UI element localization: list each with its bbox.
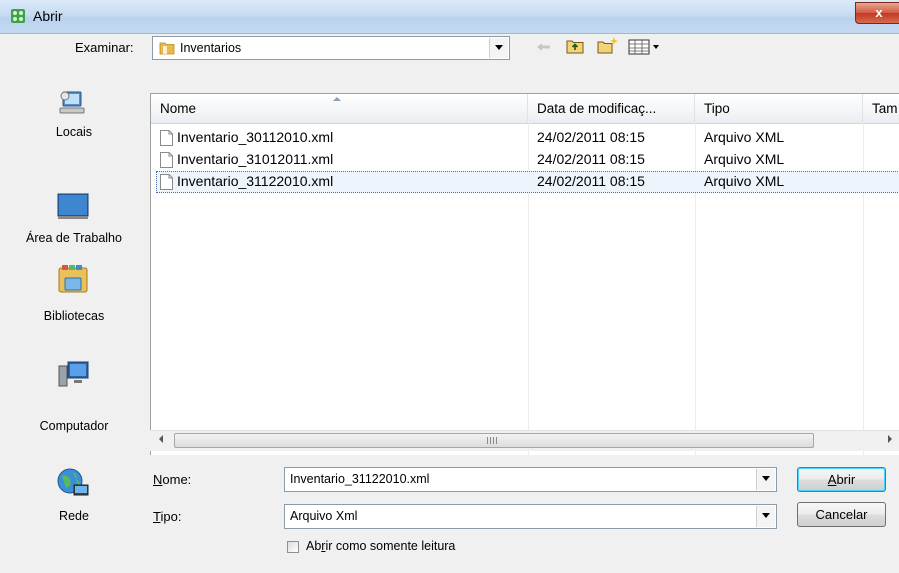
sort-ascending-icon [333,97,341,101]
chevron-down-icon[interactable] [756,506,775,527]
readonly-checkbox[interactable] [287,541,299,553]
dialog-body: Examinar: Inventarios Locais Área de Tra… [0,34,899,573]
filetype-label-text: ipo: [160,509,182,524]
libraries-icon [58,265,88,293]
xml-file-icon [160,152,173,168]
scroll-right-icon[interactable] [888,435,892,443]
place-label: Computador [39,419,109,433]
cancel-button[interactable]: Cancelar [797,502,886,527]
lookin-value: Inventarios [180,41,242,55]
place-label: Área de Trabalho [26,231,122,245]
computer-icon [58,361,89,387]
file-name: Inventario_31122010.xml [177,173,334,189]
close-icon: x [875,5,883,20]
file-type: Arquivo XML [704,151,785,167]
open-button[interactable]: Abrir [797,467,886,492]
column-header-label: Tipo [704,101,730,116]
lookin-dropdown[interactable]: Inventarios [152,36,510,60]
column-header-label: Tam [872,101,898,116]
column-header-label: Data de modificaç... [537,101,657,116]
place-label: Bibliotecas [43,309,105,323]
xml-file-icon [160,174,173,190]
file-row[interactable]: Inventario_30112010.xml 24/02/2011 08:15… [156,127,899,149]
xml-file-icon [160,130,173,146]
filename-label: Nome: [153,472,191,487]
file-list[interactable]: Nome Data de modificaç... Tipo Tam Inven… [150,93,899,455]
file-type: Arquivo XML [704,129,785,145]
filetype-value: Arquivo Xml [290,509,358,523]
lookin-label: Examinar: [75,40,134,55]
file-type: Arquivo XML [704,173,785,189]
place-desktop[interactable]: Área de Trabalho [0,190,148,260]
file-date: 24/02/2011 08:15 [537,173,645,189]
filename-label-text: ome: [162,472,192,487]
filetype-dropdown[interactable]: Arquivo Xml [284,504,777,529]
readonly-label[interactable]: Abrir como somente leitura [306,539,455,553]
readonly-label-post: ir como somente leitura [325,539,456,553]
scroll-left-icon[interactable] [159,435,163,443]
network-icon [57,468,89,496]
filename-combo[interactable]: Inventario_31122010.xml [284,467,777,492]
recent-places-icon [59,91,85,114]
title-bar[interactable]: Abrir x [0,0,899,34]
column-header-type[interactable]: Tipo [695,94,863,123]
file-list-header: Nome Data de modificaç... Tipo Tam [151,94,899,124]
file-date: 24/02/2011 08:15 [537,151,645,167]
close-button[interactable]: x [855,2,899,24]
column-header-date[interactable]: Data de modificaç... [528,94,695,123]
file-date: 24/02/2011 08:15 [537,129,645,145]
desktop-icon [57,193,89,219]
chevron-down-icon[interactable] [489,38,508,58]
window-title: Abrir [33,8,63,24]
places-bar: Locais Área de Trabalho Bibliotecas Comp… [0,91,148,554]
folder-icon [159,42,175,55]
column-header-name[interactable]: Nome [151,94,528,123]
file-name: Inventario_31012011.xml [177,151,334,167]
place-label: Locais [55,125,93,139]
open-button-label: brir [836,472,856,487]
place-libraries[interactable]: Bibliotecas [0,262,148,342]
new-folder-icon[interactable] [596,36,620,54]
column-header-size[interactable]: Tam [863,94,899,123]
view-menu-icon[interactable] [628,38,666,56]
back-arrow-icon[interactable] [534,38,554,56]
column-header-label: Nome [160,101,197,116]
up-folder-icon[interactable] [565,37,585,55]
app-icon [11,9,25,23]
grip-icon [487,437,497,444]
place-label: Rede [59,509,89,523]
file-row[interactable]: Inventario_31012011.xml 24/02/2011 08:15… [156,149,899,171]
file-row-selected[interactable]: Inventario_31122010.xml 24/02/2011 08:15… [156,171,899,193]
place-computer[interactable]: Computador [0,358,148,438]
scrollbar-thumb[interactable] [174,433,814,448]
chevron-down-icon[interactable] [756,469,775,490]
filename-label-accel: N [153,472,163,487]
place-network[interactable]: Rede [0,466,148,536]
readonly-label-pre: Ab [306,539,322,553]
place-locais[interactable]: Locais [0,86,148,156]
filename-input[interactable]: Inventario_31122010.xml [290,472,429,486]
filetype-label: Tipo: [153,509,181,524]
horizontal-scrollbar[interactable] [150,430,899,451]
file-name: Inventario_30112010.xml [177,129,334,145]
cancel-button-label: Cancelar [815,507,868,522]
